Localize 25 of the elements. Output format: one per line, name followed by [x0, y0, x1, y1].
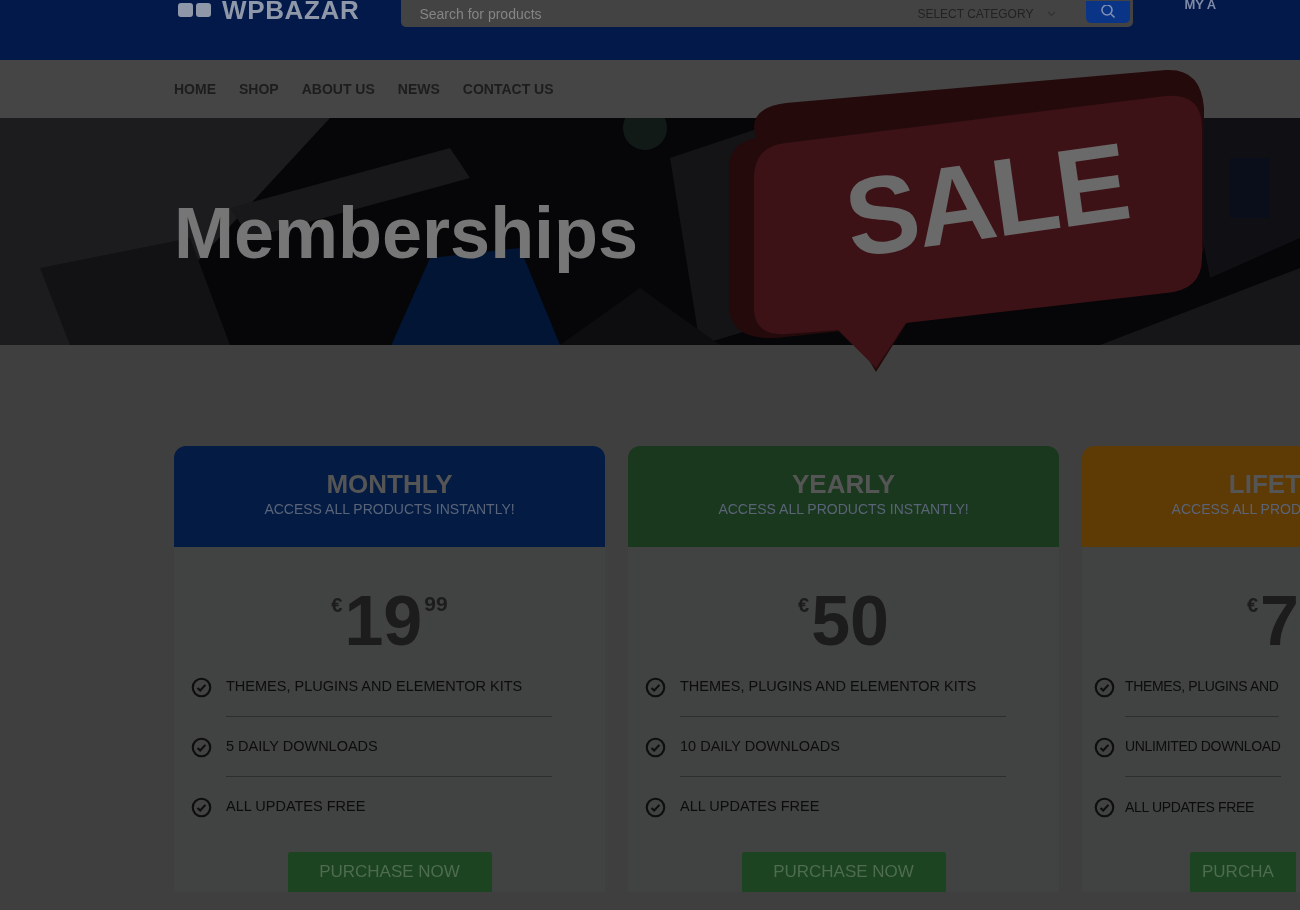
check-circle-icon: [191, 676, 212, 698]
search-button[interactable]: [1086, 0, 1131, 23]
plan-title: YEARLY: [791, 468, 896, 500]
plan-title: LIFET: [1228, 468, 1300, 500]
check-circle-icon: [645, 736, 666, 758]
currency-symbol: €: [798, 595, 810, 615]
plan-subtitle: ACCESS ALL PRODUCTS INSTANTLY!: [264, 500, 515, 518]
check-circle-icon: [645, 676, 666, 698]
check-circle-icon: [1094, 676, 1115, 698]
check-circle-icon: [1094, 736, 1115, 758]
check-circle-icon: [645, 796, 666, 818]
check-circle-icon: [191, 796, 212, 818]
account-link[interactable]: MY A: [1184, 0, 1217, 11]
currency-symbol: €: [1246, 595, 1259, 615]
search-placeholder: Search for products: [419, 6, 543, 21]
check-circle-icon: [1094, 796, 1115, 818]
plan-title: MONTHLY: [326, 468, 453, 500]
sale-label: SALE: [838, 125, 1134, 275]
plan-subtitle: ACCESS ALL PROD: [1171, 500, 1300, 518]
plan-subtitle: ACCESS ALL PRODUCTS INSTANTLY!: [718, 500, 969, 518]
check-circle-icon: [191, 736, 212, 758]
currency-symbol: €: [331, 595, 343, 615]
logo-icon: [178, 1, 212, 19]
logo-text: WPBAZAR: [222, 0, 360, 22]
search-icon: [1100, 4, 1117, 19]
